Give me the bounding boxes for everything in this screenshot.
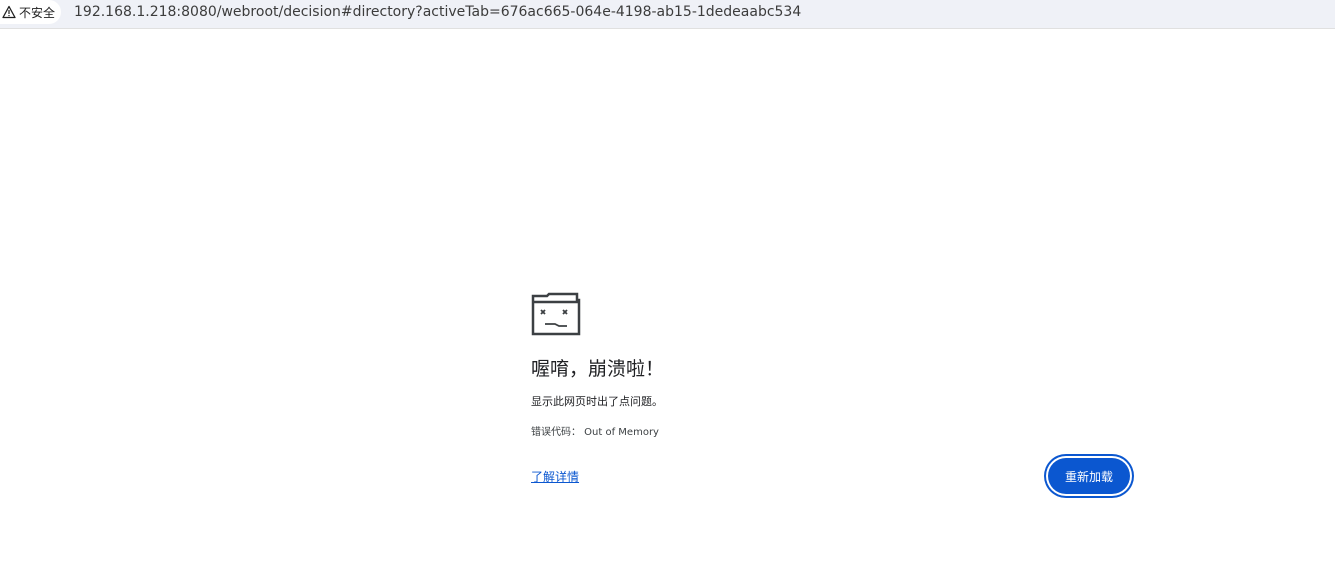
address-bar[interactable]: 不安全 192.168.1.218:8080/webroot/decision#… bbox=[0, 0, 1335, 29]
error-content: 喔唷，崩溃啦！ 显示此网页时出了点问题。 错误代码： Out of Memory… bbox=[531, 292, 1136, 502]
error-description: 显示此网页时出了点问题。 bbox=[531, 395, 663, 408]
error-code: 错误代码： Out of Memory bbox=[531, 427, 659, 438]
security-indicator[interactable]: 不安全 bbox=[0, 0, 62, 24]
reload-button[interactable]: 重新加载 bbox=[1048, 458, 1130, 494]
learn-more-link[interactable]: 了解详情 bbox=[531, 469, 579, 485]
page-title: 喔唷，崩溃啦！ bbox=[531, 358, 665, 380]
url-text[interactable]: 192.168.1.218:8080/webroot/decision#dire… bbox=[74, 2, 801, 22]
sad-folder-icon bbox=[531, 292, 581, 336]
warning-icon bbox=[2, 5, 16, 19]
security-label: 不安全 bbox=[19, 5, 56, 20]
